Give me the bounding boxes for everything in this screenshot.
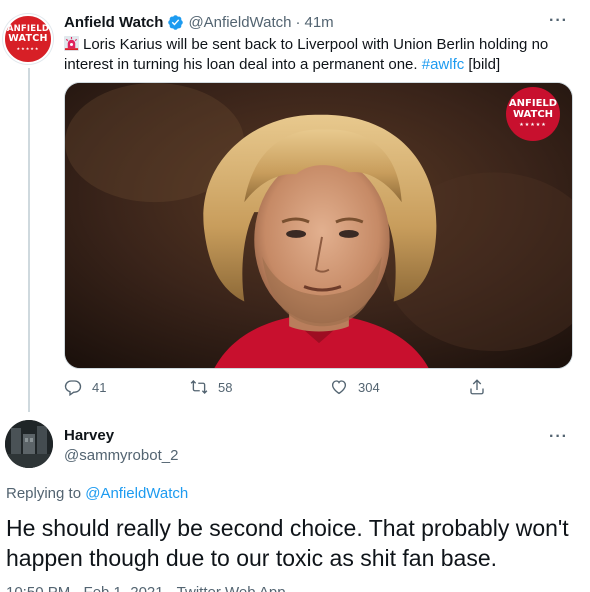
reply-tweet[interactable]: Harvey @sammyrobot_2 ··· Replying to @An… (0, 410, 590, 592)
retweet-button[interactable]: 58 (190, 378, 232, 396)
parent-tweet-header: Anfield Watch @AnfieldWatch · 41m (64, 11, 334, 33)
harvey-avatar[interactable] (5, 420, 53, 468)
parent-tweet-text: Loris Karius will be sent back to Liverp… (64, 35, 564, 75)
replying-to: Replying to @AnfieldWatch (6, 485, 188, 502)
retweet-count: 58 (218, 379, 233, 395)
replying-prefix: Replying to (6, 485, 86, 502)
verified-icon (168, 14, 184, 30)
like-icon (331, 380, 347, 395)
parent-handle[interactable]: @AnfieldWatch (188, 14, 291, 31)
more-options-icon[interactable]: ··· (549, 428, 568, 446)
hashtag-link[interactable]: #awlfc (422, 56, 465, 73)
tweet-action-bar: 41 58 304 (64, 378, 504, 400)
thread-line (28, 68, 30, 412)
reply-button[interactable]: 41 (64, 378, 106, 396)
reply-tweet-text: He should really be second choice. That … (6, 515, 569, 571)
anfield-watch-watermark: ANFIELD WATCH ★★★★★ (506, 87, 560, 141)
more-options-icon[interactable]: ··· (549, 12, 568, 30)
avatar-image (5, 420, 53, 468)
reply-handle[interactable]: @sammyrobot_2 (64, 446, 178, 466)
share-button[interactable] (468, 378, 496, 396)
share-icon (470, 379, 484, 395)
player-portrait-image (65, 83, 572, 368)
siren-icon (64, 36, 79, 51)
anfield-watch-avatar[interactable]: ANFIELD WATCH ★★★★★ (3, 14, 53, 64)
reply-author: Harvey @sammyrobot_2 (64, 426, 178, 466)
parent-timestamp[interactable]: 41m (305, 14, 334, 31)
parent-tweet[interactable]: ANFIELD WATCH ★★★★★ Anfield Watch @Anfie… (0, 0, 590, 412)
reply-display-name[interactable]: Harvey (64, 426, 178, 446)
reply-timestamp[interactable]: 10:50 PM · Feb 1, 2021 · Twitter Web App (6, 584, 286, 592)
parent-tweet-tail: [bild] (464, 56, 501, 73)
retweet-icon (190, 380, 208, 394)
parent-display-name[interactable]: Anfield Watch (64, 14, 163, 31)
reply-count: 41 (92, 379, 107, 395)
replying-handle-link[interactable]: @AnfieldWatch (85, 485, 188, 502)
like-button[interactable]: 304 (330, 378, 380, 396)
like-count: 304 (358, 379, 380, 395)
tweet-media-photo[interactable]: ANFIELD WATCH ★★★★★ (64, 82, 573, 369)
reply-icon (64, 380, 82, 396)
separator-dot: · (295, 13, 301, 31)
